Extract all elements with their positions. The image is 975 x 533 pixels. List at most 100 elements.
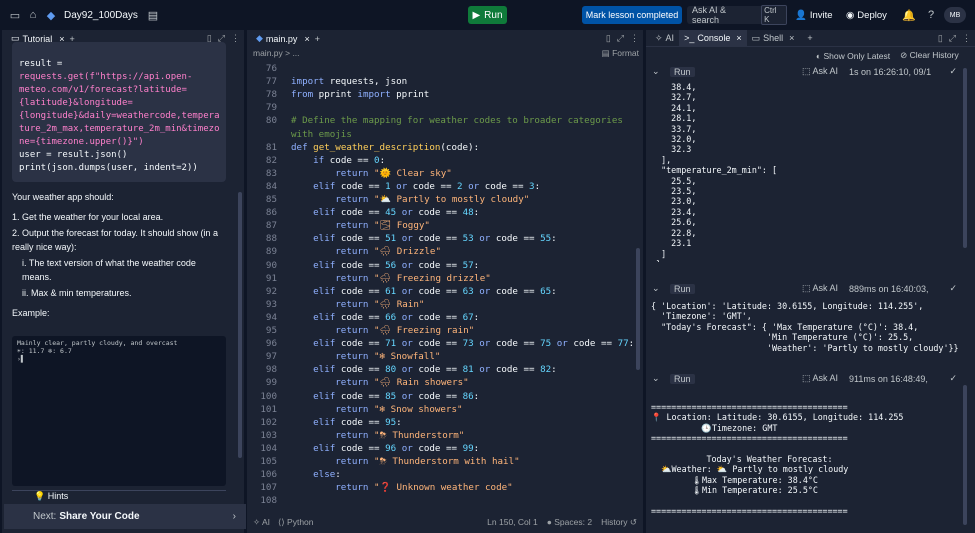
run-timestamp: 911ms on 16:48:49, [849,373,928,384]
add-tab-icon[interactable]: + [807,33,812,43]
code-line: if code == 0: [313,154,386,166]
ai-status[interactable]: ✧ AI [253,517,270,528]
line-number: 98 [265,364,277,376]
code-editor[interactable]: 76 77 import requests, json 78 from pprint i… [247,63,637,515]
run-entry-header[interactable]: ⌄ Run ⬚ Ask AI 911ms on 16:48:49, ✓ [646,370,975,387]
list-item: i. The text version of what the weather … [22,258,196,282]
indent-setting[interactable]: ● Spaces: 2 [547,517,592,528]
split-icon[interactable]: ▯ [606,33,611,44]
code-line: # Define the mapping for weather codes t… [291,115,623,127]
code-line: return "🌧 Freezing rain" [335,325,475,336]
tutorial-code-block: result = requests.get(f"https://api.open-… [12,42,226,182]
code-line: ture_2m_max,temperature_2m_min&timezo [19,124,220,134]
code-line: return "⛈ Thunderstorm" [335,429,465,441]
example-line: Mainly clear, partly cloudy, and overcas… [17,339,178,347]
maximize-icon[interactable]: ⤢ [949,33,956,44]
code-line: return "❓ Unknown weather code" [335,482,513,494]
ask-ai-search-button[interactable]: Ask AI & search Ctrl K [687,5,787,25]
check-icon: ✓ [949,373,957,383]
more-icon[interactable]: ⋮ [962,33,971,44]
scrollbar[interactable] [636,248,640,370]
code-line: elif code == 51 or code == 53 or code ==… [313,233,557,245]
format-button[interactable]: ▤ Format [602,48,639,59]
line-number: 96 [265,338,277,350]
code-line: {latitude}&longitude= [19,98,133,108]
close-icon[interactable]: × [789,33,794,43]
code-line: elif code == 66 or code == 67: [313,311,480,323]
code-line: {longitude}&daily=weathercode,tempera [19,111,220,121]
scrollbar[interactable] [963,68,967,248]
ai-icon: ✧ [655,32,663,43]
line-number: 105 [260,456,277,467]
format-icon: ▤ [601,48,610,58]
code-line: import requests, json [291,76,408,88]
split-icon[interactable]: ▯ [938,33,943,44]
help-icon[interactable]: ? [922,6,940,24]
close-icon[interactable]: × [736,33,741,43]
console-output: { 'Location': 'Latitude: 30.6155, Longit… [651,301,959,353]
code-line: result = [19,59,63,69]
clear-history-button[interactable]: ⊘ Clear History [900,50,959,61]
next-lesson-button[interactable]: Next: Share Your Code › [4,504,246,529]
code-line: return "🌞 Clear sky" [335,167,452,179]
add-tab-icon[interactable]: + [315,34,320,44]
maximize-icon[interactable]: ⤢ [617,33,624,44]
code-line: return "⛅ Partly to mostly cloudy" [335,194,530,205]
tab-main-py[interactable]: ◆ main.py × [251,30,315,47]
scrollbar[interactable] [963,385,967,525]
ask-ai-button[interactable]: ⬚ Ask AI [802,66,838,77]
add-user-icon: 👤 [795,9,807,21]
code-line: from pprint import pprint [291,89,430,101]
code-line: elif code == 61 or code == 63 or code ==… [313,285,557,297]
run-button[interactable]: ▶ Run [468,6,507,24]
run-timestamp: 889ms on 16:40:03, [849,283,929,294]
breadcrumb[interactable]: main.py > ... [247,48,643,61]
line-number: 83 [265,167,277,179]
line-number: 88 [265,233,277,245]
code-line: return "❄ Snow showers" [335,403,463,415]
mark-lesson-completed-button[interactable]: Mark lesson completed [582,6,682,24]
console-output: 38.4, 32.7, 24.1, 28.1, 33.7, 32.0, 32.3… [656,82,778,262]
line-number: 87 [265,220,277,232]
deploy-button[interactable]: ◉ Deploy [846,6,887,24]
console-toolbar: ◐ Show Only Latest ⊘ Clear History [816,50,959,61]
line-number: 99 [265,377,277,389]
example-line: ☀: 11.7 ❄: 6.7 [17,347,72,355]
tab-console[interactable]: >_ Console × [679,29,747,47]
home-icon[interactable]: ⌂ [24,6,42,24]
sidebar-toggle-icon[interactable]: ▭ [6,6,24,24]
line-number: 89 [265,246,277,258]
history-button[interactable]: History ↺ [601,517,637,528]
more-icon[interactable]: ⋮ [231,33,240,44]
deploy-icon: ◉ [846,9,855,21]
language-status[interactable]: ⟨⟩ Python [278,517,313,528]
repl-info-icon[interactable]: ▤ [144,6,162,24]
code-line: print(json.dumps(user, indent=2)) [19,163,198,173]
ask-ai-button[interactable]: ⬚ Ask AI [802,283,838,294]
more-icon[interactable]: ⋮ [630,33,639,44]
shell-icon: ▭ [751,32,761,43]
show-only-latest-toggle[interactable]: ◐ Show Only Latest [816,51,890,61]
line-number: 85 [265,194,277,205]
tutorial-text: Your weather app should: 1. Get the weat… [12,190,226,326]
bell-icon[interactable]: 🔔 [900,6,918,24]
close-icon[interactable]: × [304,34,309,44]
tab-ai[interactable]: ✧ AI [650,30,679,47]
line-number: 82 [265,154,277,166]
ask-ai-button[interactable]: ⬚ Ask AI [802,373,838,384]
line-number: 95 [265,325,277,336]
hints-section[interactable]: 💡 Hints [12,490,226,504]
run-entry-header[interactable]: ⌄ Run ⬚ Ask AI 889ms on 16:40:03, ✓ [646,280,975,297]
invite-button[interactable]: 👤 Invite [795,6,833,24]
repl-name[interactable]: Day92_100Days [64,10,138,21]
avatar[interactable]: MB [944,7,966,23]
run-entry-header[interactable]: ⌄ Run ⬚ Ask AI 1s on 16:26:10, 09/1 ✓ [646,63,975,80]
line-number: 108 [260,495,277,507]
scrollbar[interactable] [238,192,242,458]
python-file-icon: ◆ [256,33,263,43]
play-icon: ▶ [472,9,481,21]
tab-shell[interactable]: ▭ Shell × [747,30,800,47]
cursor-position[interactable]: Ln 150, Col 1 [487,517,538,528]
code-line: return "🌧 Rain" [335,298,425,310]
code-line: return "🌫 Foggy" [335,220,430,232]
